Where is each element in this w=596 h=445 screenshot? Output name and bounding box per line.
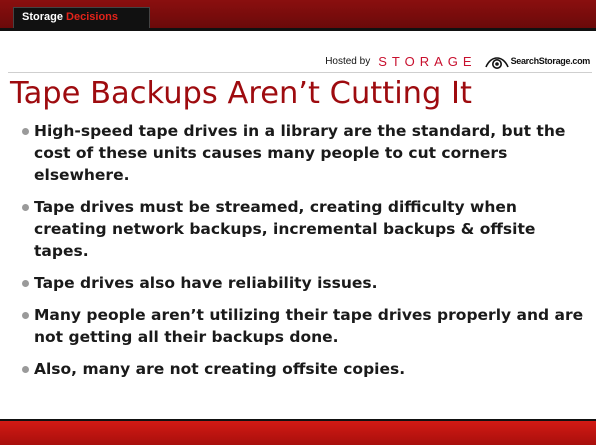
bullet-dot-icon	[22, 128, 29, 135]
storage-decisions-logo: Storage Decisions	[13, 7, 150, 28]
bullet-text: Tape drives also have reliability issues…	[34, 274, 378, 292]
bullet-item: Tape drives also have reliability issues…	[22, 272, 592, 294]
searchstorage-text: SearchStorage.com	[510, 56, 591, 66]
bullet-item: Many people aren’t utilizing their tape …	[22, 304, 592, 348]
bullet-list: High-speed tape drives in a library are …	[22, 120, 592, 390]
brand-part2: Decisions	[66, 11, 118, 23]
header-divider	[0, 28, 596, 31]
eye-icon	[484, 57, 509, 69]
bullet-text: Also, many are not creating offsite copi…	[34, 360, 406, 378]
bullet-text: Many people aren’t utilizing their tape …	[34, 306, 584, 346]
hosted-by-row: Hosted by STORAGE SearchStorage.com	[325, 51, 590, 71]
slide: Storage Decisions Hosted by STORAGE Sear…	[0, 0, 596, 445]
bullet-dot-icon	[22, 312, 29, 319]
bullet-item: Also, many are not creating offsite copi…	[22, 358, 592, 380]
bullet-text: High-speed tape drives in a library are …	[34, 122, 566, 184]
hosted-by-label: Hosted by	[325, 55, 371, 67]
storage-magazine-logo: STORAGE	[378, 53, 477, 69]
top-header-band: Storage Decisions	[0, 0, 596, 28]
bullet-item: High-speed tape drives in a library are …	[22, 120, 592, 186]
bullet-text: Tape drives must be streamed, creating d…	[34, 198, 536, 260]
searchstorage-logo: SearchStorage.com	[484, 53, 591, 69]
slide-title: Tape Backups Aren’t Cutting It	[10, 76, 473, 111]
bullet-item: Tape drives must be streamed, creating d…	[22, 196, 592, 262]
bullet-dot-icon	[22, 204, 29, 211]
bullet-dot-icon	[22, 280, 29, 287]
bullet-dot-icon	[22, 366, 29, 373]
brand-part1: Storage	[22, 11, 63, 23]
bottom-footer-band	[0, 421, 596, 445]
